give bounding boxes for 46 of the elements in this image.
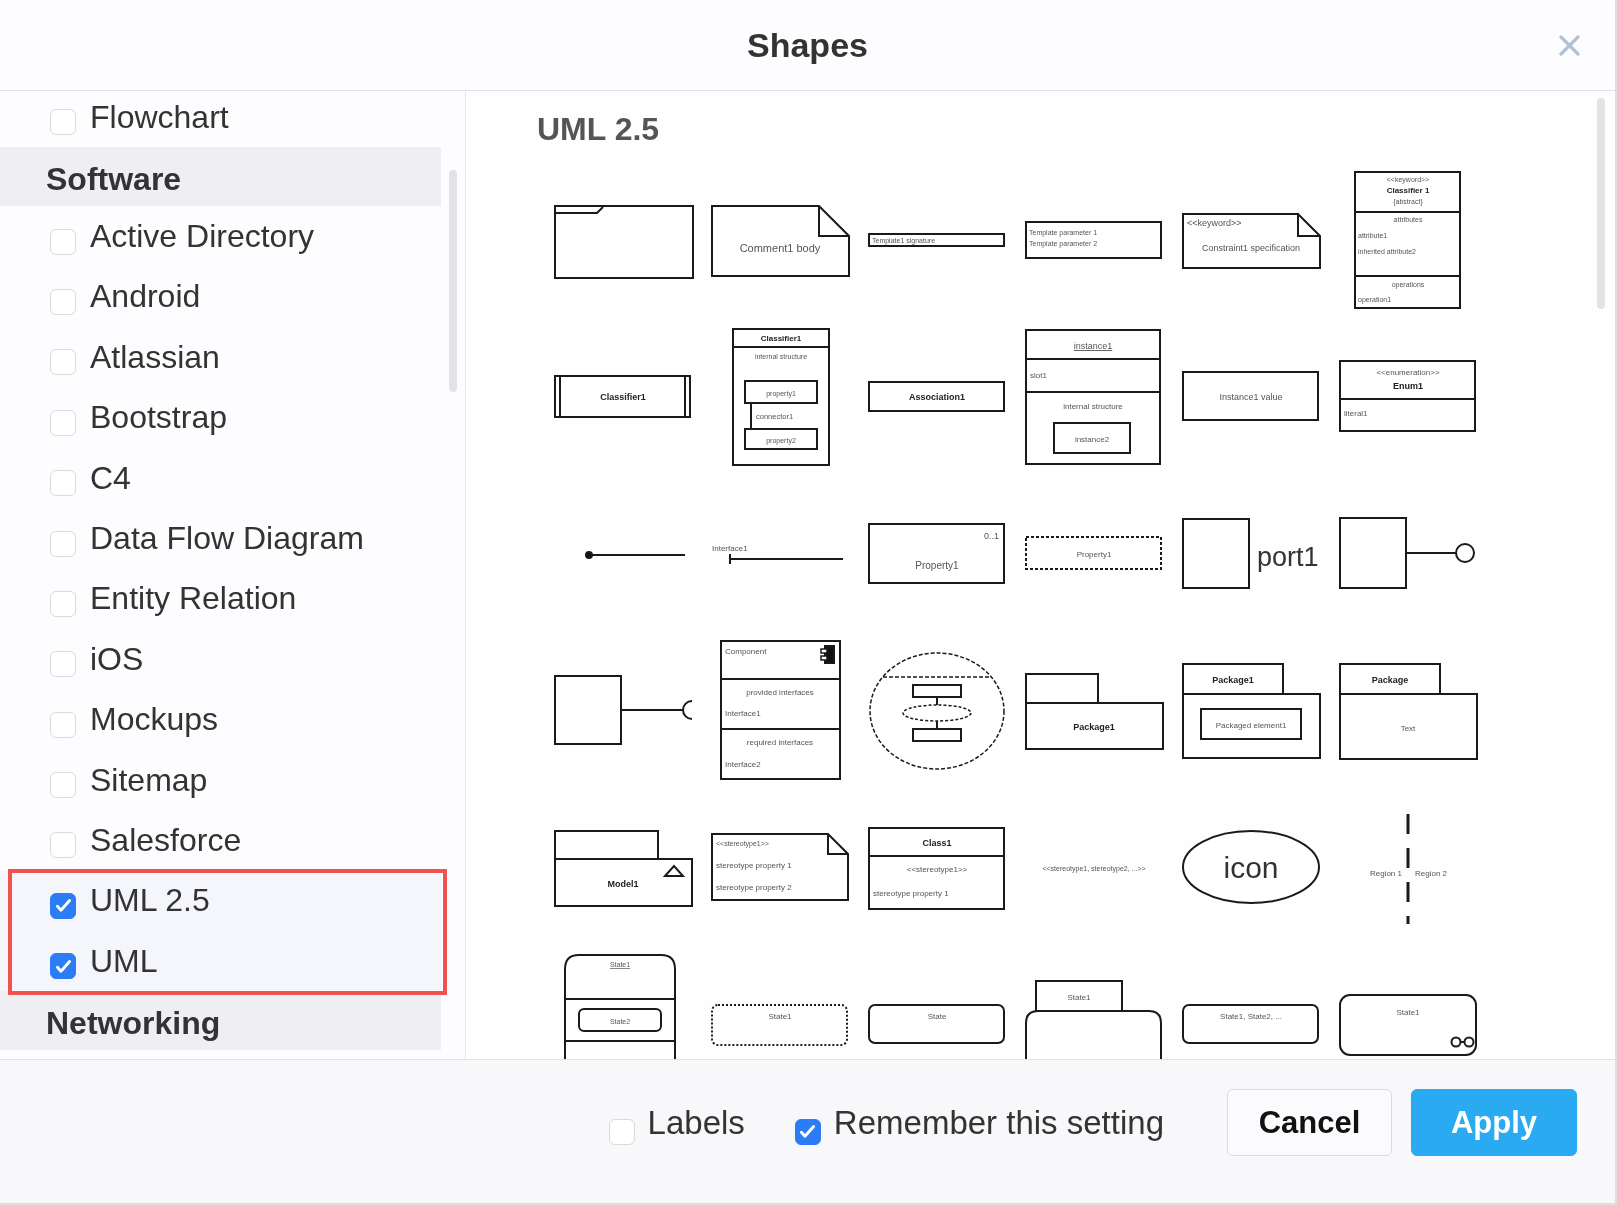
scrollbar-thumb[interactable] [449,170,457,392]
checkmark-icon [55,899,71,913]
state-shape: State1 [1339,994,1477,1056]
section-header[interactable]: Software [0,147,441,207]
active-class-shape: Classifier1 [554,375,691,418]
library-option[interactable]: Android [0,266,441,328]
checkbox[interactable] [50,953,76,980]
dialog-title: Shapes [747,25,868,65]
library-option[interactable]: Data Flow Diagram [0,508,441,569]
checkbox-option[interactable]: Remember this setting [794,1100,1164,1145]
checkbox[interactable] [794,1118,821,1145]
library-option[interactable]: Salesforce [0,810,441,871]
class-shape: Class1 <<stereotype1>> stereotype property 1 [868,827,1005,910]
library-option[interactable]: Active Directory [0,206,441,267]
library-option[interactable]: Sitemap [0,749,441,811]
property-shape: 0..1 Property1 [868,523,1005,584]
library-option[interactable]: UML 2.5 [0,870,441,932]
checkmark-icon [800,1125,816,1138]
library-option[interactable]: iOS [0,629,441,690]
library-option[interactable]: Bootstrap [0,387,441,448]
state-shape: State [868,1004,1005,1044]
library-option[interactable]: Flowchart [0,91,441,148]
constraint-note-shape: <<keyword>> Constraint1 specification [1182,213,1321,269]
cancel-button[interactable]: Cancel [1227,1089,1392,1156]
note-shape: Comment1 body [711,205,850,277]
enumeration-shape: <<enumeration>> Enum1 literal1 [1339,360,1476,432]
scrollbar-thumb[interactable] [1597,98,1605,309]
checkmark-icon [55,959,71,973]
ellipse-shape: icon [1182,830,1320,904]
section-header[interactable]: Networking [0,991,441,1051]
dashed-property-shape: Property1 [1025,536,1162,570]
library-option[interactable]: Entity Relation [0,568,441,630]
dashed-state-shape: State1 [711,1004,848,1046]
library-option[interactable]: Atlassian [0,327,441,388]
library-option[interactable]: UML [0,931,441,992]
library-option[interactable]: Mockups [0,689,441,750]
library-title: UML 2.5 [537,111,660,147]
close-icon[interactable] [1559,34,1580,56]
instance-value-shape: Instance1 value [1182,371,1319,421]
library-option[interactable]: C4 [0,447,441,509]
checkbox[interactable] [50,892,76,919]
state-shape: State1, State2, ... [1182,1004,1319,1044]
component-shape: Component provided interfaces Interface1 required interfaces Interface2 [720,640,841,780]
checkbox-option[interactable]: Labels [608,1100,745,1145]
instance-shape: instance1 slot1 internal structure instance2 [1025,329,1161,465]
association-shape: Association1 [868,381,1005,412]
